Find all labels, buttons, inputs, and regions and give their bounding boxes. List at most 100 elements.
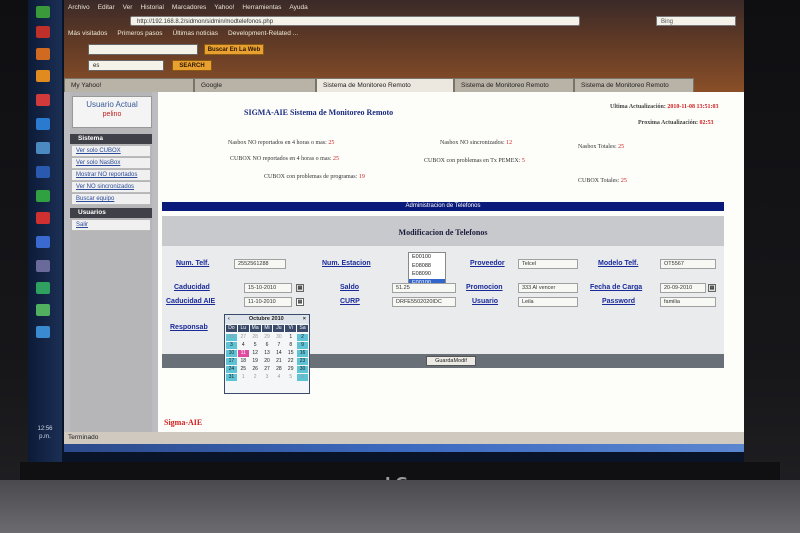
app-icon[interactable]	[36, 48, 50, 60]
menu-marcadores[interactable]: Marcadores	[172, 4, 206, 14]
app-icon[interactable]	[36, 70, 50, 82]
toolbar-search-button[interactable]: SEARCH	[172, 60, 212, 71]
menu-herramientas[interactable]: Herramientas	[242, 4, 281, 14]
web-search-button[interactable]: Buscar En La Web	[204, 44, 264, 55]
calendar-day[interactable]: 12	[250, 350, 261, 357]
menu-ver[interactable]: Ver	[123, 4, 133, 14]
calendar-day[interactable]: 23	[297, 358, 308, 365]
app-icon[interactable]	[36, 190, 50, 202]
app-icon[interactable]	[36, 142, 50, 154]
estacion-option[interactable]: E08090	[409, 270, 445, 279]
tab-sistema[interactable]: Sistema de Monitoreo Remoto	[574, 78, 694, 92]
password-field[interactable]: familia	[660, 297, 716, 307]
calendar-day[interactable]: 28	[273, 366, 284, 373]
app-icon[interactable]	[36, 166, 50, 178]
menu-ayuda[interactable]: Ayuda	[289, 4, 307, 14]
calendar-day[interactable]: 14	[273, 350, 284, 357]
calendar-icon[interactable]: ▦	[296, 298, 304, 306]
app-icon[interactable]	[36, 26, 50, 38]
toolbar-lang-input[interactable]: es	[88, 60, 164, 71]
calendar-day[interactable]: 1	[238, 374, 249, 381]
calendar-day[interactable]: 4	[273, 374, 284, 381]
toolbar-search-input[interactable]	[88, 44, 198, 55]
menu-salir[interactable]: Salir	[72, 220, 150, 231]
calendar-day[interactable]: 20	[262, 358, 273, 365]
calendar-day[interactable]: 5	[285, 374, 296, 381]
calendar-day[interactable]: 18	[238, 358, 249, 365]
estacion-option[interactable]: E08088	[409, 262, 445, 271]
app-icon[interactable]	[36, 260, 50, 272]
calendar-day[interactable]: 4	[238, 342, 249, 349]
fecha-carga-field[interactable]: 20-09-2010	[660, 283, 706, 293]
calendar-day[interactable]: 1	[285, 334, 296, 341]
calendar-day[interactable]: 30	[297, 366, 308, 373]
calendar-day[interactable]: 15	[285, 350, 296, 357]
bookmark-item[interactable]: Más visitados	[68, 30, 107, 37]
num-telf-select[interactable]: 2552561288	[234, 259, 286, 269]
address-bar[interactable]: http://192.168.8.2/sidmon/sidmin/modtele…	[130, 16, 580, 26]
bookmark-item[interactable]: Development-Related ...	[228, 30, 298, 37]
tab-google[interactable]: Google	[194, 78, 316, 92]
start-icon[interactable]	[36, 6, 50, 18]
menu-no-reportados[interactable]: Mostrar NO reportados	[72, 170, 150, 181]
calendar-day[interactable]: 26	[250, 366, 261, 373]
calendar-day[interactable]: 19	[250, 358, 261, 365]
menu-editar[interactable]: Editar	[98, 4, 115, 14]
calendar-day[interactable]: 8	[285, 342, 296, 349]
calendar-day[interactable]: 7	[273, 342, 284, 349]
calendar-day[interactable]: 24	[226, 366, 237, 373]
menu-archivo[interactable]: Archivo	[68, 4, 90, 14]
usuario-field[interactable]: Leila	[518, 297, 578, 307]
caducidad-aie-field[interactable]: 11-10-2010	[244, 297, 292, 307]
calendar-day[interactable]: 2	[250, 374, 261, 381]
calendar-day[interactable]: 31	[226, 374, 237, 381]
calendar-day[interactable]: 11	[237, 350, 249, 357]
estacion-option[interactable]: E00100	[409, 253, 445, 262]
calendar-day[interactable]: 13	[262, 350, 273, 357]
calendar-day[interactable]: 26	[226, 334, 237, 341]
admin-bar[interactable]: Administracion de Telefonos	[162, 202, 724, 211]
calendar-day[interactable]: 25	[238, 366, 249, 373]
calendar-day[interactable]: 27	[262, 366, 273, 373]
menu-ver-cubox[interactable]: Ver solo CUBOX	[72, 146, 150, 157]
app-icon[interactable]	[36, 118, 50, 130]
app-icon[interactable]	[36, 212, 50, 224]
app-icon[interactable]	[36, 236, 50, 248]
menu-yahoo[interactable]: Yahoo!	[214, 4, 234, 14]
calendar-day[interactable]: 5	[250, 342, 261, 349]
tab-sistema[interactable]: Sistema de Monitoreo Remoto	[454, 78, 574, 92]
calendar-day[interactable]: 17	[226, 358, 237, 365]
bookmark-item[interactable]: Primeros pasos	[117, 30, 162, 37]
save-button[interactable]: GuardaModif	[426, 356, 476, 366]
calendar-day[interactable]: 28	[250, 334, 261, 341]
calendar-day[interactable]: 3	[226, 342, 237, 349]
menu-buscar-equipo[interactable]: Buscar equipo	[72, 194, 150, 205]
saldo-field[interactable]: 51.25	[392, 283, 456, 293]
tab-my-yahoo[interactable]: My Yahoo!	[64, 78, 194, 92]
menu-historial[interactable]: Historial	[140, 4, 163, 14]
menu-no-sincronizados[interactable]: Ver NO sincronizados	[72, 182, 150, 193]
prev-month-icon[interactable]: ‹	[228, 315, 230, 324]
calendar-day[interactable]: 3	[262, 374, 273, 381]
app-icon[interactable]	[36, 282, 50, 294]
proveedor-field[interactable]: Telcel	[518, 259, 578, 269]
calendar-day[interactable]: 2	[297, 334, 308, 341]
promocion-field[interactable]: 333 Al vencer	[518, 283, 578, 293]
curp-field[interactable]: DRFE5502020IDC	[392, 297, 456, 307]
search-box[interactable]: Bing	[656, 16, 736, 26]
calendar-day[interactable]: 30	[273, 334, 284, 341]
calendar-day[interactable]: 6	[297, 374, 308, 381]
app-icon[interactable]	[36, 326, 50, 338]
caducidad-field[interactable]: 15-10-2010	[244, 283, 292, 293]
modelo-field[interactable]: OT5567	[660, 259, 716, 269]
calendar-day[interactable]: 21	[273, 358, 284, 365]
calendar-day[interactable]: 22	[285, 358, 296, 365]
calendar-day[interactable]: 16	[297, 350, 308, 357]
calendar-day[interactable]: 27	[238, 334, 249, 341]
tab-sistema-active[interactable]: Sistema de Monitoreo Remoto	[316, 78, 454, 92]
app-icon[interactable]	[36, 304, 50, 316]
calendar-day[interactable]: 29	[285, 366, 296, 373]
calendar-day[interactable]: 6	[262, 342, 273, 349]
calendar-icon[interactable]: ▦	[296, 284, 304, 292]
app-icon[interactable]	[36, 94, 50, 106]
